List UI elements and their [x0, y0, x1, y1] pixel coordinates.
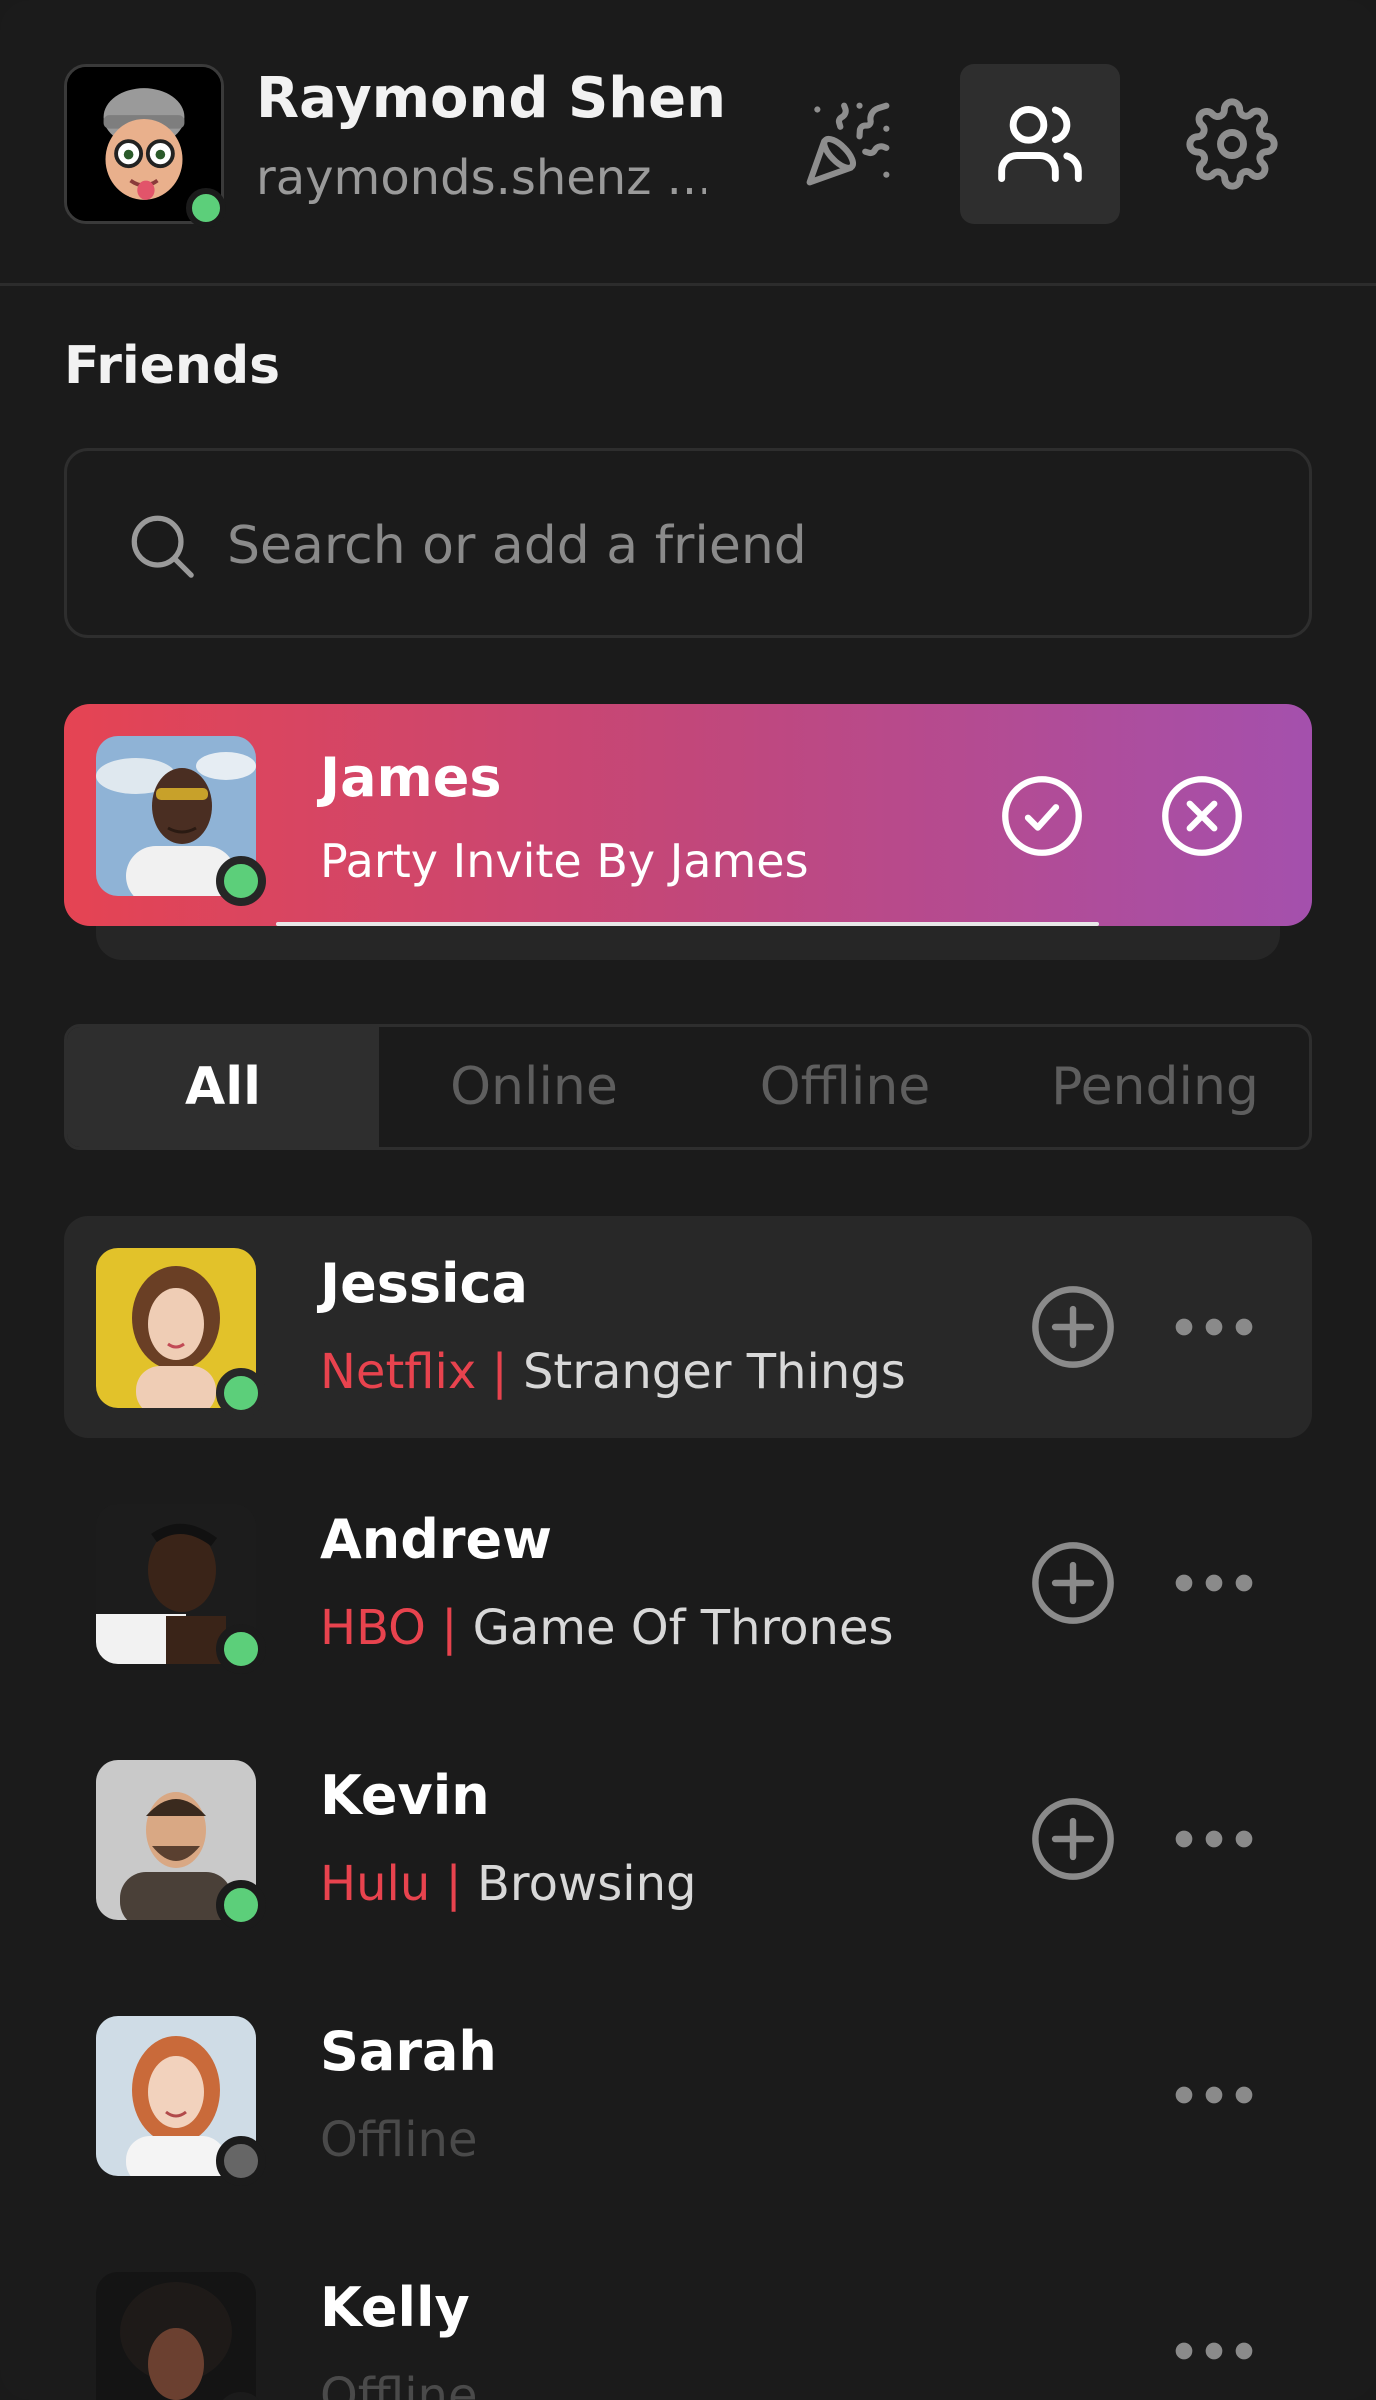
- tab-online[interactable]: Online: [379, 1027, 689, 1147]
- invite-sender-name: James: [320, 746, 502, 809]
- more-options-icon[interactable]: [1164, 1302, 1264, 1352]
- invite-status-indicator: [216, 856, 266, 906]
- profile-header: Raymond Shen raymonds.shenz ...: [0, 0, 1376, 286]
- friend-name: Sarah: [320, 2020, 497, 2083]
- gear-icon: [1186, 98, 1278, 190]
- more-options-icon[interactable]: [1164, 2070, 1264, 2120]
- more-options-icon[interactable]: [1164, 2326, 1264, 2376]
- friend-row-sarah[interactable]: Sarah Offline: [64, 1984, 1312, 2206]
- friends-panel: Raymond Shen raymonds.shenz ... Friends …: [0, 0, 1376, 2400]
- user-name: Raymond Shen: [256, 66, 727, 131]
- party-invite-card[interactable]: James Party Invite By James: [64, 704, 1312, 926]
- search-icon: [131, 515, 194, 578]
- tab-all[interactable]: All: [67, 1027, 379, 1147]
- friend-status-text: Offline: [320, 2112, 478, 2168]
- add-to-party-icon[interactable]: [1030, 1284, 1116, 1370]
- friend-activity: Hulu | Browsing: [320, 1856, 696, 1912]
- online-status-indicator: [216, 1368, 266, 1418]
- friend-name: Kevin: [320, 1764, 490, 1827]
- friend-activity: Netflix | Stranger Things: [320, 1344, 906, 1400]
- users-icon: [998, 106, 1082, 182]
- friend-name: Kelly: [320, 2276, 470, 2339]
- invite-message: Party Invite By James: [320, 834, 809, 888]
- friend-row-andrew[interactable]: Andrew HBO | Game Of Thrones: [64, 1472, 1312, 1694]
- activity-title: Browsing: [476, 1856, 697, 1912]
- offline-status-indicator: [216, 2136, 266, 2186]
- add-to-party-icon[interactable]: [1030, 1796, 1116, 1882]
- online-status-indicator: [216, 1624, 266, 1674]
- friends-button[interactable]: [960, 64, 1120, 224]
- activity-separator: |: [491, 1344, 508, 1400]
- activity-title: Stranger Things: [522, 1344, 906, 1400]
- friend-row-kevin[interactable]: Kevin Hulu | Browsing: [64, 1728, 1312, 1950]
- online-status-indicator: [216, 1880, 266, 1930]
- search-box[interactable]: [64, 448, 1312, 638]
- friend-activity: HBO | Game Of Thrones: [320, 1600, 894, 1656]
- friend-filter-tabs: All Online Offline Pending: [64, 1024, 1312, 1150]
- more-options-icon[interactable]: [1164, 1558, 1264, 1608]
- friend-avatar: [96, 2272, 256, 2400]
- invite-timer-bar: [276, 922, 1099, 926]
- user-status-indicator: [186, 188, 226, 228]
- activity-title: Game Of Thrones: [472, 1600, 894, 1656]
- friend-row-jessica[interactable]: Jessica Netflix | Stranger Things: [64, 1216, 1312, 1438]
- tab-offline[interactable]: Offline: [689, 1027, 1001, 1147]
- streaming-service: HBO: [320, 1600, 426, 1656]
- more-options-icon[interactable]: [1164, 1814, 1264, 1864]
- accept-check-icon[interactable]: [1000, 774, 1084, 858]
- activity-separator: |: [441, 1600, 458, 1656]
- section-title: Friends: [64, 336, 281, 396]
- search-input[interactable]: [227, 491, 1267, 601]
- friend-row-kelly[interactable]: Kelly Offline: [64, 2240, 1312, 2400]
- friend-name: Andrew: [320, 1508, 553, 1571]
- settings-button[interactable]: [1152, 64, 1312, 224]
- friend-name: Jessica: [320, 1252, 528, 1315]
- party-popper-icon: [806, 102, 890, 186]
- user-handle: raymonds.shenz ...: [256, 150, 706, 206]
- tab-pending[interactable]: Pending: [1001, 1027, 1309, 1147]
- streaming-service: Netflix: [320, 1344, 477, 1400]
- decline-x-icon[interactable]: [1160, 774, 1244, 858]
- streaming-service: Hulu: [320, 1856, 431, 1912]
- kelly-avatar-image: [96, 2272, 256, 2400]
- friend-status-text: Offline: [320, 2368, 478, 2400]
- add-to-party-icon[interactable]: [1030, 1540, 1116, 1626]
- activity-separator: |: [445, 1856, 462, 1912]
- party-button[interactable]: [768, 64, 928, 224]
